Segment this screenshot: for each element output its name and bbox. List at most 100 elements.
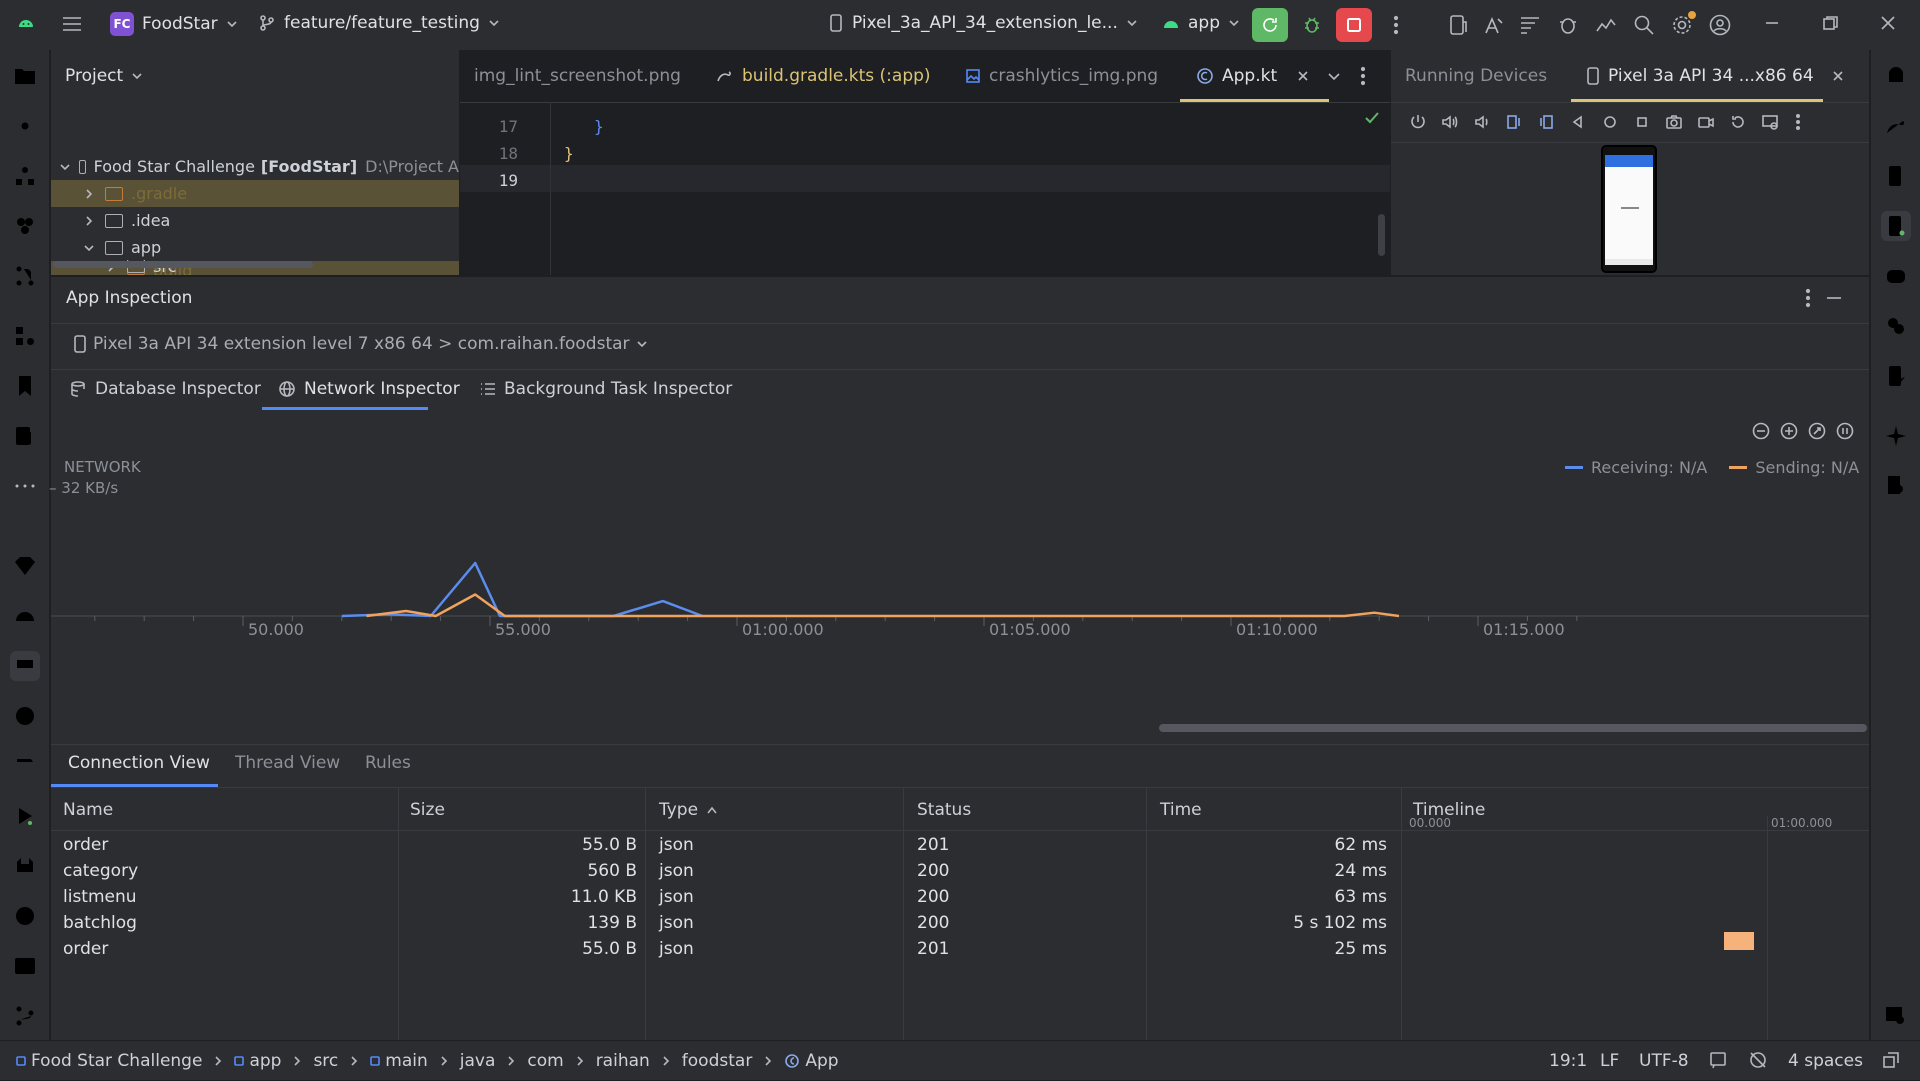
app-quality-icon[interactable] bbox=[1556, 13, 1580, 37]
device-selector[interactable]: Pixel_3a_API_34_extension_le... bbox=[828, 13, 1138, 33]
more-vertical-icon[interactable] bbox=[1793, 113, 1803, 131]
rerun-button[interactable] bbox=[1252, 8, 1288, 42]
run-tests-icon[interactable] bbox=[10, 801, 40, 831]
code-area[interactable]: } } bbox=[550, 113, 604, 167]
network-chart[interactable]: 50.00055.00001:00.00001:05.00001:10.0000… bbox=[51, 506, 1869, 636]
commit-icon[interactable] bbox=[10, 111, 40, 141]
tree-row-app[interactable]: app bbox=[51, 234, 459, 261]
column-header-name[interactable]: Name bbox=[63, 800, 113, 820]
timeline-bar-batchlog[interactable] bbox=[1724, 932, 1754, 950]
device-check-icon[interactable] bbox=[1881, 361, 1911, 391]
todo-list-icon[interactable] bbox=[10, 501, 40, 531]
tab-rules[interactable]: Rules bbox=[365, 744, 411, 782]
table-row[interactable]: category560 Bjson20024 ms bbox=[51, 858, 1869, 884]
back-icon[interactable] bbox=[1569, 113, 1587, 131]
debug-button[interactable] bbox=[1294, 8, 1330, 42]
tree-row-gradle[interactable]: .gradle bbox=[51, 180, 459, 207]
tree-row-idea[interactable]: .idea bbox=[51, 207, 459, 234]
git-icon[interactable] bbox=[10, 1001, 40, 1031]
restore-icon[interactable] bbox=[1820, 13, 1840, 33]
breadcrumb-item[interactable]: App bbox=[805, 1051, 838, 1071]
device-screen-preview[interactable] bbox=[1601, 145, 1657, 273]
project-switcher[interactable]: FC FoodStar bbox=[110, 12, 238, 36]
more-horizontal-icon[interactable] bbox=[10, 471, 40, 501]
bookmarks-icon[interactable] bbox=[10, 371, 40, 401]
table-row[interactable]: order55.0 Bjson20125 ms bbox=[51, 936, 1869, 962]
problems-icon[interactable] bbox=[10, 901, 40, 931]
pull-requests-icon[interactable] bbox=[10, 261, 40, 291]
breadcrumb-item[interactable]: Food Star Challenge bbox=[31, 1051, 202, 1071]
tree-row-root[interactable]: Food Star Challenge [FoodStar] D:\Projec… bbox=[51, 153, 459, 180]
app-inspection-icon[interactable] bbox=[10, 651, 40, 681]
column-header-status[interactable]: Status bbox=[917, 800, 971, 820]
breadcrumb-item[interactable]: java bbox=[460, 1051, 496, 1071]
settings-gear-icon[interactable] bbox=[1670, 13, 1694, 37]
emulator-icon[interactable] bbox=[1881, 311, 1911, 341]
no-power-save-icon[interactable] bbox=[1748, 1051, 1768, 1069]
timeline-scrollbar[interactable] bbox=[1159, 724, 1867, 732]
project-folder-icon[interactable] bbox=[10, 61, 40, 91]
tab-more-icon[interactable] bbox=[1358, 66, 1368, 86]
tab-build-gradle[interactable]: build.gradle.kts (:app) bbox=[716, 50, 931, 102]
minimize-icon[interactable] bbox=[1762, 13, 1782, 33]
device-explorer-icon[interactable] bbox=[10, 421, 40, 451]
resource-manager-icon[interactable] bbox=[10, 211, 40, 241]
column-header-type[interactable]: Type bbox=[659, 800, 718, 820]
run-config-selector[interactable]: app bbox=[1162, 13, 1240, 33]
vcs-status-icon[interactable] bbox=[1882, 1051, 1900, 1069]
account-icon[interactable] bbox=[1708, 13, 1732, 37]
inspect-zoom-icon[interactable] bbox=[1881, 1001, 1911, 1031]
tab-background-task-inspector[interactable]: Background Task Inspector bbox=[480, 370, 732, 408]
zoom-in-icon[interactable] bbox=[1779, 421, 1799, 441]
line-separator[interactable]: LF bbox=[1600, 1051, 1619, 1071]
power-icon[interactable] bbox=[1409, 113, 1427, 131]
column-header-size[interactable]: Size bbox=[410, 800, 445, 820]
caret-position[interactable]: 19:1 bbox=[1549, 1051, 1587, 1071]
table-row[interactable]: batchlog139 Bjson2005 s 102 ms bbox=[51, 910, 1869, 936]
translate-icon[interactable] bbox=[1482, 13, 1506, 37]
device-manager-icon[interactable] bbox=[1446, 13, 1470, 37]
rotate-right-icon[interactable] bbox=[1537, 113, 1555, 131]
hide-panel-icon[interactable] bbox=[1825, 288, 1843, 308]
zoom-out-icon[interactable] bbox=[1751, 421, 1771, 441]
table-row[interactable]: listmenu11.0 KBjson20063 ms bbox=[51, 884, 1869, 910]
project-view-selector[interactable]: Project bbox=[65, 66, 143, 86]
close-tab-icon[interactable] bbox=[1297, 70, 1309, 82]
process-selector[interactable]: Pixel 3a API 34 extension level 7 x86 64… bbox=[73, 334, 648, 354]
editor-scrollbar[interactable] bbox=[1378, 214, 1385, 256]
screenshot-camera-icon[interactable] bbox=[1665, 113, 1683, 131]
main-menu-icon[interactable] bbox=[60, 12, 84, 36]
tab-list-chevron-icon[interactable] bbox=[1326, 68, 1342, 84]
reset-icon[interactable] bbox=[1729, 113, 1747, 131]
breadcrumb-item[interactable]: foodstar bbox=[682, 1051, 753, 1071]
stop-button[interactable] bbox=[1336, 8, 1372, 42]
rotate-left-icon[interactable] bbox=[1505, 113, 1523, 131]
project-horizontal-scrollbar[interactable] bbox=[53, 261, 313, 268]
screen-record-icon[interactable] bbox=[1697, 113, 1715, 131]
tab-app-kt[interactable]: App.kt bbox=[1196, 50, 1309, 102]
tab-img-lint-screenshot[interactable]: img_lint_screenshot.png bbox=[474, 50, 681, 102]
overview-icon[interactable] bbox=[1633, 113, 1651, 131]
device-file-icon[interactable] bbox=[1881, 161, 1911, 191]
close-window-icon[interactable] bbox=[1878, 13, 1898, 33]
build-hammer-icon[interactable] bbox=[10, 751, 40, 781]
run-panel-icon[interactable] bbox=[10, 701, 40, 731]
more-vertical-icon[interactable] bbox=[1803, 288, 1813, 308]
file-encoding[interactable]: UTF-8 bbox=[1639, 1051, 1689, 1071]
running-devices-icon[interactable] bbox=[1881, 211, 1911, 241]
tab-crashlytics-img[interactable]: crashlytics_img.png bbox=[965, 50, 1158, 102]
doc-search-icon[interactable] bbox=[1881, 471, 1911, 501]
terminal-icon[interactable] bbox=[10, 951, 40, 981]
pause-live-icon[interactable] bbox=[1835, 421, 1855, 441]
profiler-icon[interactable] bbox=[1594, 13, 1618, 37]
device-tab[interactable]: Pixel 3a API 34 ...x86 64 bbox=[1586, 50, 1844, 102]
tab-thread-view[interactable]: Thread View bbox=[235, 744, 340, 782]
tab-connection-view[interactable]: Connection View bbox=[68, 744, 210, 782]
search-icon[interactable] bbox=[1632, 13, 1656, 37]
gem-icon[interactable] bbox=[10, 551, 40, 581]
gemini-icon[interactable] bbox=[1881, 261, 1911, 291]
breadcrumb-item[interactable]: src bbox=[313, 1051, 338, 1071]
breadcrumb-item[interactable]: app bbox=[249, 1051, 281, 1071]
indent-setting[interactable]: 4 spaces bbox=[1788, 1051, 1863, 1071]
table-row[interactable]: order55.0 Bjson20162 ms bbox=[51, 832, 1869, 858]
